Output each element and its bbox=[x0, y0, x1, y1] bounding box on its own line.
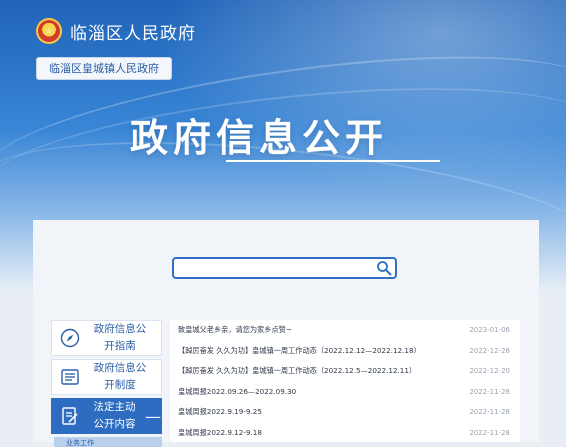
list-document-icon bbox=[61, 369, 79, 385]
list-item-title[interactable]: 【踔厉奋发 久久为功】皇城镇一周工作动态（2022.12.12—2022.12.… bbox=[178, 346, 421, 356]
list-item[interactable]: 皇城周报2022.9.12-9.18 2022-11-28 bbox=[170, 423, 520, 443]
sub-site-link[interactable]: 临淄区皇城镇人民政府 bbox=[36, 57, 172, 80]
sidebar-item-label: 政府信息公开制度 bbox=[93, 362, 147, 391]
list-item-date: 2022-11-28 bbox=[469, 428, 510, 437]
list-item-date: 2023-01-06 bbox=[469, 326, 510, 335]
collapse-toggle[interactable]: — bbox=[145, 407, 161, 426]
sidebar-item-label: 政府信息公开指南 bbox=[93, 323, 147, 352]
sidebar-subnav-item[interactable]: 业务工作 bbox=[54, 437, 162, 447]
list-item-title[interactable]: 致皇城父老乡亲，请您为家乡点赞~ bbox=[178, 325, 292, 335]
sidebar-item-system[interactable]: 政府信息公开制度 bbox=[51, 359, 162, 395]
list-item[interactable]: 皇城周报2022.09.26—2022.09.30 2022-11-28 bbox=[170, 382, 520, 403]
title-underline bbox=[226, 160, 440, 162]
list-item-title[interactable]: 【踔厉奋发 久久为功】皇城镇一周工作动态（2022.12.5—2022.12.1… bbox=[178, 366, 416, 376]
site-title: 临淄区人民政府 bbox=[70, 23, 196, 44]
list-item[interactable]: 【踔厉奋发 久久为功】皇城镇一周工作动态（2022.12.5—2022.12.1… bbox=[170, 361, 520, 382]
search-input[interactable] bbox=[180, 259, 374, 279]
list-item-date: 2022-12-20 bbox=[469, 367, 510, 376]
list-item-date: 2022-11-28 bbox=[469, 408, 510, 417]
list-item[interactable]: 皇城周报2022.9.19-9.25 2022-11-28 bbox=[170, 402, 520, 423]
news-list: 致皇城父老乡亲，请您为家乡点赞~ 2023-01-06 【踔厉奋发 久久为功】皇… bbox=[170, 320, 520, 442]
search-box[interactable] bbox=[172, 257, 397, 279]
site-brand[interactable]: ★ 临淄区人民政府 bbox=[36, 18, 196, 44]
sidebar-item-statutory[interactable]: 法定主动公开内容 — bbox=[51, 398, 162, 434]
list-item-title[interactable]: 皇城周报2022.9.19-9.25 bbox=[178, 407, 262, 417]
sidebar-item-guide[interactable]: 政府信息公开指南 bbox=[51, 320, 162, 356]
list-item-title[interactable]: 皇城周报2022.09.26—2022.09.30 bbox=[178, 387, 296, 397]
list-item[interactable]: 【踔厉奋发 久久为功】皇城镇一周工作动态（2022.12.12—2022.12.… bbox=[170, 341, 520, 362]
list-item-title[interactable]: 皇城周报2022.9.12-9.18 bbox=[178, 428, 262, 438]
national-emblem-icon: ★ bbox=[36, 18, 62, 44]
compass-icon bbox=[60, 328, 80, 348]
list-item-date: 2022-12-28 bbox=[469, 346, 510, 355]
search-icon[interactable] bbox=[376, 260, 392, 276]
sidebar: 政府信息公开指南 政府信息公开制度 法定主动公开内容 — 业务工作 bbox=[51, 320, 162, 447]
list-item-date: 2022-11-28 bbox=[469, 387, 510, 396]
page-title: 政府信息公开 bbox=[130, 116, 389, 160]
sidebar-item-label: 法定主动公开内容 bbox=[93, 401, 136, 430]
list-item[interactable]: 致皇城父老乡亲，请您为家乡点赞~ 2023-01-06 bbox=[170, 320, 520, 341]
document-edit-icon bbox=[62, 407, 78, 425]
